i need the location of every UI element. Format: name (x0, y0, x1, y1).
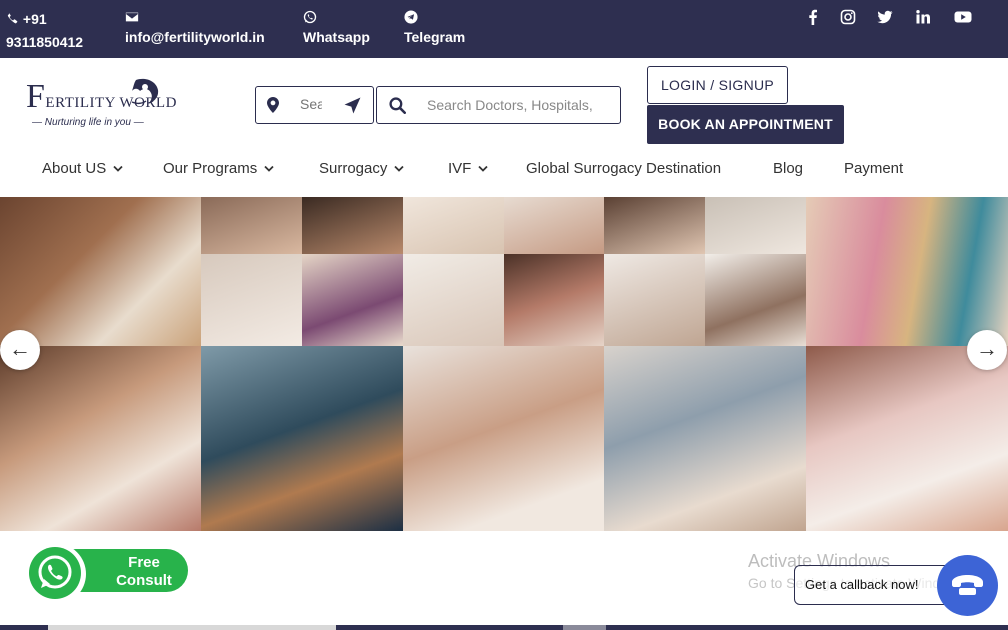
phone-number: 9311850412 (6, 34, 84, 50)
collage-photo-baby-purple (302, 254, 403, 346)
telephone-icon (952, 575, 983, 595)
nav-item-blog[interactable]: Blog (773, 160, 803, 182)
nav-item-our-programs[interactable]: Our Programs (163, 160, 274, 182)
nav-label: Payment (844, 160, 904, 177)
collage-photo-parents-with-baby (403, 346, 604, 531)
nav-item-global-surrogacy-destination[interactable]: Global Surrogacy Destination (526, 160, 721, 182)
phone-contact[interactable]: +91 9311850412 (6, 8, 83, 54)
collage-photo-baby-sleeping (403, 197, 504, 254)
book-appointment-button[interactable]: BOOK AN APPOINTMENT (647, 105, 844, 144)
callback-label: Get a callback now! (805, 577, 919, 592)
collage-photo-family-lying (0, 197, 201, 346)
telegram-label: Telegram (404, 29, 466, 45)
nav-label: Blog (773, 160, 804, 177)
facebook-icon[interactable] (805, 9, 823, 27)
fertility-world-logo[interactable]: FERTILITY WORLD — Nurturing life in you … (26, 78, 176, 130)
bottom-strip-segment (48, 625, 336, 630)
whatsapp-label: Whatsapp (303, 29, 370, 45)
doctor-hospital-search-box[interactable] (376, 86, 621, 124)
arrow-left-icon: ← (9, 336, 31, 361)
nav-label: IVF (448, 160, 472, 177)
phone-prefix: +91 (22, 11, 47, 27)
locate-me-arrow-icon[interactable] (344, 97, 361, 114)
location-input[interactable] (300, 96, 322, 112)
youtube-icon[interactable] (954, 9, 972, 27)
nav-item-about-us[interactable]: About US (42, 160, 123, 182)
logo-tagline: — Nurturing life in you — (32, 117, 144, 128)
top-contact-bar: +91 9311850412 info@fertilityworld.in Wh… (0, 0, 1008, 58)
nav-item-payment[interactable]: Payment (844, 160, 903, 182)
collage-photo-family-with-twins (604, 346, 806, 531)
phone-icon (7, 12, 18, 24)
nav-item-surrogacy[interactable]: Surrogacy (319, 160, 405, 182)
carousel-next-button[interactable]: → (967, 330, 1007, 370)
nav-label: Global Surrogacy Destination (526, 160, 722, 177)
free-consult-text: Free Consult (104, 554, 184, 590)
chevron-down-icon (264, 165, 274, 172)
linkedin-icon[interactable] (915, 9, 933, 27)
logo-initial: F (26, 78, 46, 115)
hero-photo-collage (0, 197, 1008, 531)
search-icon (389, 97, 406, 114)
collage-photo-family-white (604, 254, 705, 346)
free-consult-line1: Free (128, 554, 160, 571)
collage-photo-couple-kissing-baby (504, 254, 604, 346)
bottom-strip-segment (563, 625, 606, 630)
collage-photo-couple-newborn (705, 254, 806, 346)
collage-photo-pregnant-women (806, 197, 1008, 346)
arrow-right-icon: → (976, 336, 998, 361)
collage-photo-parents-baby-bed (504, 197, 604, 254)
chevron-down-icon (478, 165, 488, 172)
nav-label: Surrogacy (319, 160, 388, 177)
email-contact[interactable]: info@fertilityworld.in (125, 8, 265, 49)
envelope-icon (125, 12, 139, 22)
doctor-hospital-search-input[interactable] (427, 97, 612, 113)
chevron-down-icon (113, 165, 123, 172)
map-pin-icon (267, 97, 279, 113)
instagram-icon[interactable] (840, 9, 858, 27)
collage-photo-baby-white-bed (403, 254, 504, 346)
collage-photo-father-mother-baby (0, 346, 201, 531)
carousel-prev-button[interactable]: ← (0, 330, 40, 370)
free-consult-line2: Consult (116, 572, 172, 589)
collage-photo-newborn-portrait (604, 197, 705, 254)
chevron-down-icon (394, 165, 405, 172)
bottom-section-strip (0, 625, 1008, 630)
telegram-contact[interactable]: Telegram (404, 8, 465, 49)
mother-baby-logo-icon (131, 78, 159, 105)
logo-tagline-text: Nurturing life in you (44, 117, 131, 128)
whatsapp-free-consult-button[interactable]: Free Consult (24, 543, 190, 607)
collage-photo-newborn-hands (201, 197, 302, 254)
email-address: info@fertilityworld.in (125, 29, 265, 45)
collage-photo-baby-blanket (201, 254, 302, 346)
collage-photo-couple-newborn-pink (806, 346, 1008, 531)
login-signup-button[interactable]: LOGIN / SIGNUP (647, 66, 788, 104)
collage-photo-mother-hijab (705, 197, 806, 254)
whatsapp-logo-icon (24, 543, 86, 605)
collage-photo-delivery-room (201, 346, 403, 531)
collage-photo-mother-smiling (302, 197, 403, 254)
whatsapp-contact[interactable]: Whatsapp (303, 8, 370, 49)
nav-label: About US (42, 160, 107, 177)
whatsapp-icon (303, 10, 317, 24)
location-search-box[interactable] (255, 86, 374, 124)
telegram-icon (404, 10, 418, 24)
nav-item-ivf[interactable]: IVF (448, 160, 488, 182)
nav-label: Our Programs (163, 160, 258, 177)
callback-phone-button[interactable] (937, 555, 998, 616)
twitter-icon[interactable] (877, 9, 895, 27)
